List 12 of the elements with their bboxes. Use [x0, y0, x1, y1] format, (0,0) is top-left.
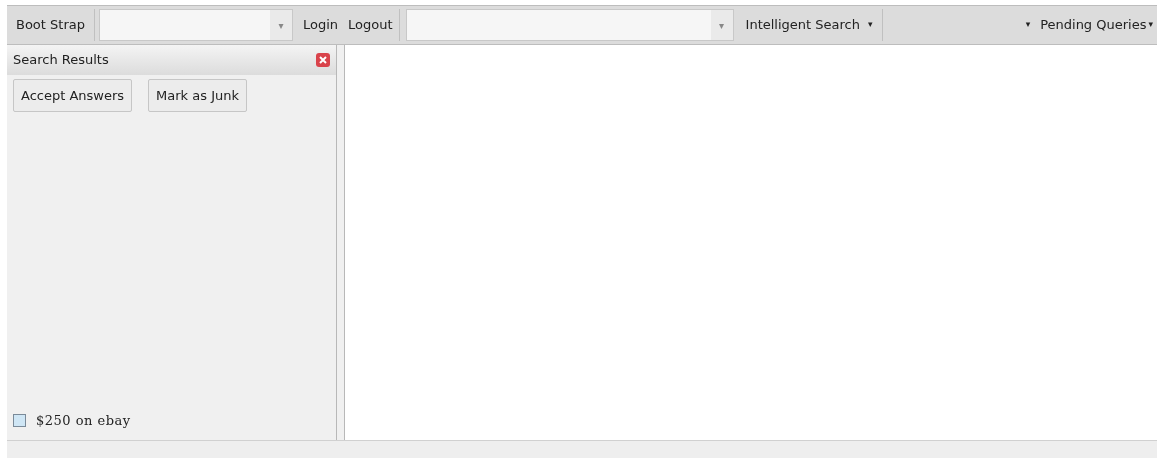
toolbar-link[interactable]: Logout	[348, 15, 393, 35]
toolbar-link[interactable]: Login	[302, 15, 339, 35]
panel-button[interactable]: Mark as Junk	[148, 79, 247, 112]
menu-button[interactable]: ▾ Pending Queries▾	[1025, 15, 1153, 35]
result-label: $250 on ebay	[36, 411, 131, 430]
panel-title: Search Results	[13, 51, 109, 70]
splitter[interactable]	[336, 45, 345, 440]
menu-button[interactable]: Intelligent Search ▾	[745, 9, 884, 41]
close-icon[interactable]	[316, 53, 330, 67]
result-checkbox[interactable]	[13, 413, 26, 427]
app-title: Boot Strap	[15, 16, 86, 35]
panel-button[interactable]: Accept Answers	[13, 79, 133, 112]
